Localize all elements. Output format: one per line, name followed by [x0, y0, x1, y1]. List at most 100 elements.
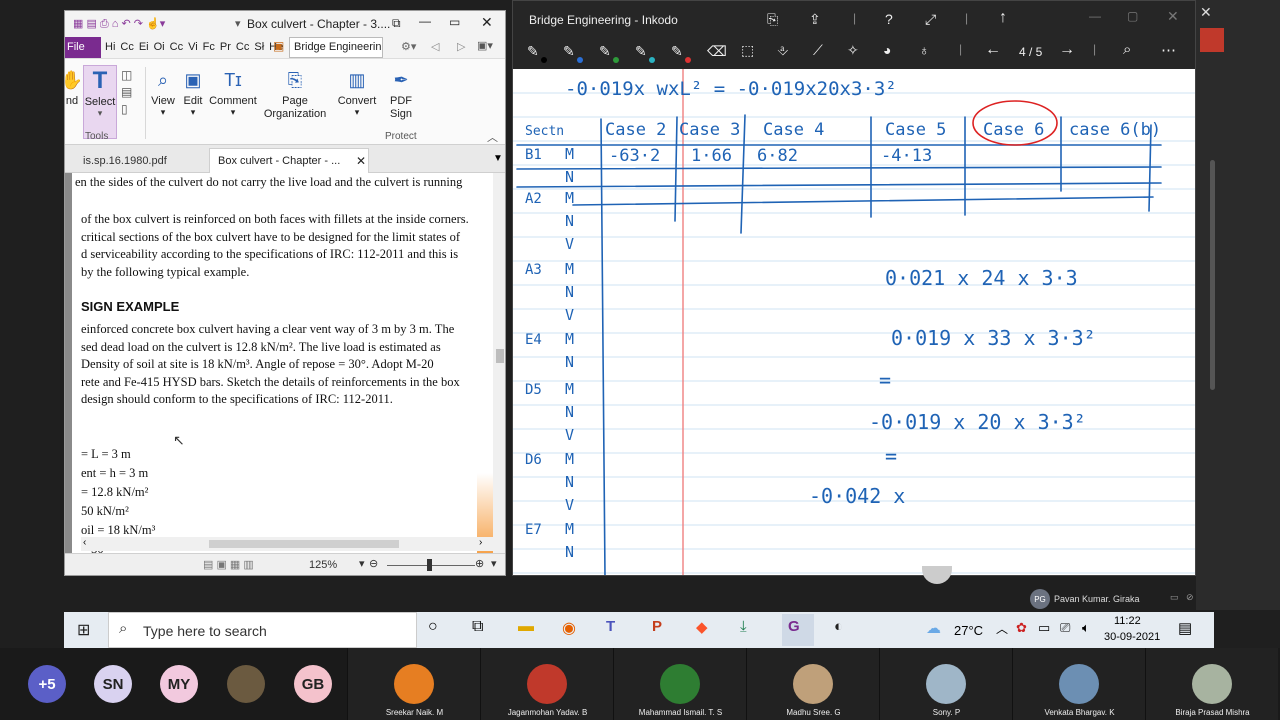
upload-arrow-icon[interactable]: ↑ — [999, 9, 1007, 27]
snapshot-icon[interactable]: ◫ — [121, 67, 132, 84]
back-arrow-icon[interactable]: ◁ — [431, 40, 439, 53]
statusbar-dropdown-icon[interactable]: ▾ — [491, 557, 497, 570]
network-icon[interactable]: ⎚ — [1060, 620, 1070, 636]
save-icon[interactable]: ⎘ — [767, 11, 778, 28]
close-tab-icon[interactable]: ✕ — [356, 154, 366, 168]
menu-item[interactable]: Ei — [139, 41, 149, 53]
clock-date[interactable]: 30-09-2021 — [1104, 631, 1160, 643]
previous-page-icon[interactable]: ← — [985, 41, 1001, 59]
attach-icon[interactable]: ⎀ — [777, 42, 788, 59]
inkodo-taskbar-icon[interactable]: ◐ — [834, 618, 843, 635]
select-tool[interactable]: T Select ▾ — [83, 65, 117, 139]
restore-ribbon-icon[interactable]: ⧉ — [392, 16, 401, 31]
participant-initials-avatar[interactable]: SN — [94, 665, 132, 703]
notebook-canvas[interactable]: -0·019x wxL² = -0·019x20x3·3² Sectn Case … — [513, 69, 1195, 575]
menu-item[interactable]: Cc — [236, 41, 249, 53]
firefox-icon[interactable]: ◉ — [562, 618, 576, 638]
scrollbar-thumb[interactable] — [209, 540, 399, 548]
menu-item[interactable]: Vi — [188, 41, 198, 53]
file-menu[interactable]: File — [65, 37, 101, 58]
zoom-level[interactable]: 125% — [309, 559, 337, 571]
pdf-app-taskbar-icon[interactable]: G — [788, 618, 800, 635]
minimize-button[interactable]: — — [1089, 9, 1101, 23]
notifications-icon[interactable]: ▤ — [1178, 619, 1192, 637]
pen-blue-icon[interactable]: ✎ — [563, 43, 575, 60]
close-button[interactable]: ✕ — [1167, 8, 1179, 25]
fullscreen-icon[interactable]: ⤢ — [925, 11, 936, 28]
collapse-ribbon-icon[interactable]: ︿ — [487, 129, 498, 145]
menu-item[interactable]: Fc — [203, 41, 215, 53]
ruler-icon[interactable]: ⟋ — [813, 42, 823, 59]
participant-tile[interactable]: Madhu Sree. G — [746, 648, 879, 720]
scroll-right-icon[interactable]: › — [479, 537, 482, 548]
participant-tile[interactable]: Venkata Bhargav. K — [1012, 648, 1145, 720]
pen-black-icon[interactable]: ✎ — [527, 43, 539, 60]
file-explorer-icon[interactable]: ▬ — [518, 618, 534, 636]
panel-close-icon[interactable]: ✕ — [1200, 4, 1212, 21]
highlighter-icon[interactable]: ✎ — [635, 43, 647, 60]
battery-icon[interactable]: ▭ — [1038, 620, 1050, 636]
more-options-icon[interactable]: ⋯ — [1161, 41, 1176, 59]
brave-icon[interactable]: ◆ — [696, 618, 708, 636]
pen-red-icon[interactable]: ✎ — [671, 43, 683, 60]
panel-scrollbar[interactable] — [1210, 160, 1215, 390]
vertical-scrollbar[interactable] — [493, 173, 505, 553]
comment-tool[interactable]: Tɪ Comment ▾ — [209, 65, 257, 139]
maximize-button[interactable]: ▭ — [449, 15, 460, 29]
scroll-left-icon[interactable]: ‹ — [83, 537, 86, 548]
zoom-icon[interactable]: ⌕ — [1123, 41, 1131, 58]
participant-initials-avatar[interactable]: MY — [160, 665, 198, 703]
menu-item[interactable]: Pr — [220, 41, 231, 53]
convert-tool[interactable]: ▥ Convert ▾ — [335, 65, 379, 139]
teams-icon[interactable]: T — [606, 618, 615, 635]
next-page-icon[interactable]: → — [1059, 41, 1075, 59]
menu-item[interactable]: Cc — [120, 41, 133, 53]
clipboard-icon[interactable]: ▤ — [121, 84, 132, 101]
hand-tool[interactable]: ✋ nd — [65, 65, 83, 139]
temperature[interactable]: 27°C — [954, 623, 983, 638]
participant-tile[interactable]: Biraja Prasad Mishra — [1145, 648, 1278, 720]
zoom-slider-thumb[interactable] — [427, 559, 432, 571]
maximize-button[interactable]: ▢ — [1127, 9, 1138, 23]
tray-app-icon[interactable]: ✿ — [1016, 620, 1027, 636]
more-participants-button[interactable]: +5 — [28, 665, 66, 703]
open-document-dropdown[interactable]: Bridge Engineerin — [289, 37, 383, 58]
close-button[interactable]: ✕ — [481, 14, 493, 31]
participant-tile[interactable]: Jaganmohan Yadav. B — [480, 648, 613, 720]
participant-tile[interactable]: Mahammad Ismail. T. S — [613, 648, 746, 720]
shapes-icon[interactable]: ✧ — [847, 42, 859, 59]
zoom-out-icon[interactable]: ⊖ — [369, 557, 378, 570]
microphone-icon[interactable]: ♁ — [919, 42, 930, 58]
menu-item[interactable]: Cc — [170, 41, 183, 53]
lasso-select-icon[interactable]: ⬚ — [741, 42, 754, 59]
windows-start-icon[interactable]: ⊞ — [77, 620, 90, 640]
zoom-in-icon[interactable]: ⊕ — [475, 557, 484, 570]
page-organization-tool[interactable]: ⎘ Page Organization — [259, 65, 331, 139]
task-view-icon[interactable]: ⧉ — [472, 618, 483, 636]
participant-tile[interactable]: Sony. P — [879, 648, 1012, 720]
dropdown-icon[interactable]: ▾ — [235, 17, 241, 30]
participant-photo-avatar[interactable] — [227, 665, 265, 703]
cortana-icon[interactable]: ○ — [428, 618, 438, 636]
user-icon[interactable]: ▣▾ — [477, 39, 493, 52]
help-icon[interactable]: ? — [885, 11, 893, 27]
forward-arrow-icon[interactable]: ▷ — [457, 40, 465, 53]
tab-is-sp-16[interactable]: is.sp.16.1980.pdf — [73, 149, 207, 173]
page-icon[interactable]: ▯ — [121, 101, 132, 118]
participant-tile[interactable]: Sreekar Naik. M — [347, 648, 480, 720]
settings-icon[interactable]: ⚙▾ — [401, 40, 416, 53]
menu-item[interactable]: Hi — [105, 41, 115, 53]
tab-box-culvert[interactable]: Box culvert - Chapter - ... ✕ — [209, 148, 369, 173]
download-app-icon[interactable]: ⤓ — [740, 618, 747, 635]
menu-item[interactable]: Oi — [154, 41, 165, 53]
share-icon[interactable]: ⇪ — [809, 11, 821, 28]
view-tool[interactable]: ⌕ View ▾ — [149, 65, 177, 139]
pen-green-icon[interactable]: ✎ — [599, 43, 611, 60]
participant-initials-avatar[interactable]: GB — [294, 665, 332, 703]
clock-time[interactable]: 11:22 — [1114, 615, 1141, 627]
zoom-dropdown-icon[interactable]: ▾ — [359, 557, 365, 570]
taskbar-search[interactable]: ⌕ Type here to search — [108, 612, 417, 648]
page-view-icons[interactable]: ▤ ▣ ▦ ▥ — [203, 558, 254, 571]
scrollbar-thumb[interactable] — [496, 349, 504, 363]
eraser-icon[interactable]: ⌫ — [707, 43, 727, 60]
